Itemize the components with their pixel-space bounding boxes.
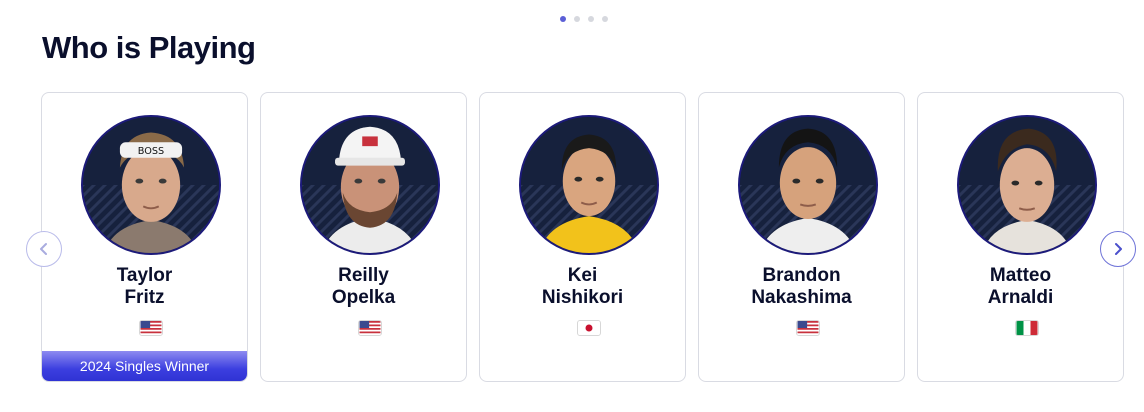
player-last-name: Nakashima xyxy=(751,287,852,308)
player-first-name: Brandon xyxy=(762,265,841,286)
player-first-name: Matteo xyxy=(989,265,1052,286)
player-photo: BOSS xyxy=(81,115,221,255)
pagination-dot[interactable] xyxy=(602,16,608,22)
player-name: Taylor Fritz xyxy=(42,265,247,309)
player-name: Reilly Opelka xyxy=(261,265,466,309)
player-last-name: Arnaldi xyxy=(987,287,1054,308)
player-card-opelka[interactable]: Reilly Opelka xyxy=(260,92,467,382)
section-title: Who is Playing xyxy=(42,30,256,65)
player-name: Matteo Arnaldi xyxy=(918,265,1123,309)
pagination-dot[interactable] xyxy=(560,16,566,22)
player-photo xyxy=(738,115,878,255)
player-first-name: Kei xyxy=(567,265,598,286)
carousel-next-button[interactable] xyxy=(1100,231,1136,267)
player-card-nishikori[interactable]: Kei Nishikori xyxy=(479,92,686,382)
player-name: Kei Nishikori xyxy=(480,265,685,309)
chevron-left-icon xyxy=(40,243,47,255)
player-photo xyxy=(300,115,440,255)
player-photo xyxy=(957,115,1097,255)
player-carousel: BOSS Taylor Fritz 2024 Singles Winner Re… xyxy=(41,92,1124,382)
player-card-fritz[interactable]: BOSS Taylor Fritz 2024 Singles Winner xyxy=(41,92,248,382)
player-photo xyxy=(519,115,659,255)
us-flag-icon xyxy=(358,320,382,336)
svg-text:BOSS: BOSS xyxy=(138,146,164,157)
player-last-name: Nishikori xyxy=(541,287,624,308)
carousel-pagination xyxy=(560,16,608,22)
chevron-right-icon xyxy=(1115,243,1122,255)
player-last-name: Fritz xyxy=(124,287,165,308)
japan-flag-icon xyxy=(577,320,601,336)
us-flag-icon xyxy=(139,320,163,336)
player-last-name: Opelka xyxy=(331,287,396,308)
player-first-name: Reilly xyxy=(338,265,389,286)
player-name: Brandon Nakashima xyxy=(699,265,904,309)
carousel-prev-button[interactable] xyxy=(26,231,62,267)
winner-badge: 2024 Singles Winner xyxy=(42,351,247,381)
player-card-nakashima[interactable]: Brandon Nakashima xyxy=(698,92,905,382)
pagination-dot[interactable] xyxy=(574,16,580,22)
pagination-dot[interactable] xyxy=(588,16,594,22)
player-card-arnaldi[interactable]: Matteo Arnaldi xyxy=(917,92,1124,382)
italy-flag-icon xyxy=(1015,320,1039,336)
player-first-name: Taylor xyxy=(116,265,173,286)
us-flag-icon xyxy=(796,320,820,336)
